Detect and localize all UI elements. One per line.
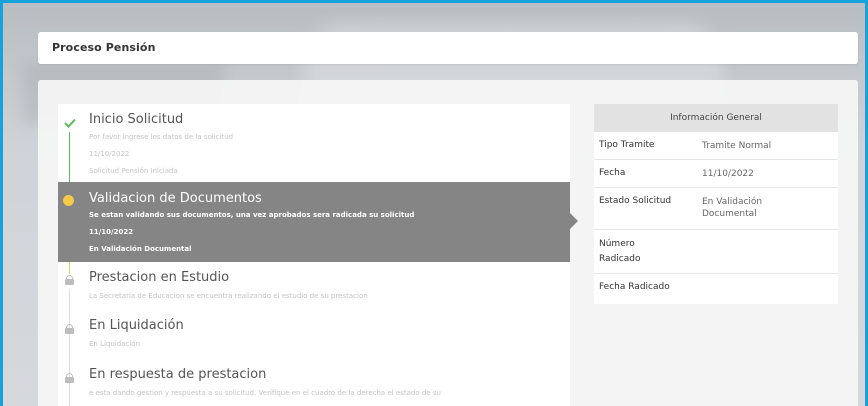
step-description: En Liquidación — [89, 340, 140, 348]
step-title: En Liquidación — [89, 318, 184, 333]
step-date: 11/10/2022 — [89, 228, 134, 236]
current-step-dot-icon — [63, 195, 74, 206]
timeline-step-inicio-solicitud[interactable]: Inicio Solicitud Por favor ingrese los d… — [58, 104, 570, 182]
info-row-fecha: Fecha 11/10/2022 — [594, 160, 838, 188]
info-label: Tipo Tramite — [599, 140, 655, 150]
step-description: e esta dando gestion y respuesta a su so… — [89, 389, 441, 397]
check-icon — [64, 113, 76, 132]
page-header: Proceso Pensión — [38, 32, 858, 64]
info-panel-heading: Información General — [594, 104, 838, 132]
step-status: Solicitud Pensión Iniciada — [89, 167, 178, 175]
info-row-estado-solicitud: Estado Solicitud En Validación Documenta… — [594, 188, 838, 230]
lock-icon — [65, 373, 74, 383]
info-label: Número Radicado — [599, 239, 641, 264]
step-description: Se estan validando sus documentos, una v… — [89, 211, 415, 219]
process-timeline: Inicio Solicitud Por favor ingrese los d… — [58, 104, 570, 406]
step-title: Validacion de Documentos — [89, 191, 262, 206]
info-row-fecha-radicado: Fecha Radicado — [594, 274, 838, 302]
step-title: Inicio Solicitud — [89, 112, 184, 127]
step-status: En Validación Documental — [89, 245, 192, 253]
timeline-step-validacion-documentos[interactable]: Validacion de Documentos Se estan valida… — [58, 182, 570, 262]
info-label: Fecha — [599, 168, 626, 178]
step-title: En respuesta de prestacion — [89, 367, 267, 382]
timeline-step-en-respuesta[interactable]: En respuesta de prestacion e esta dando … — [58, 360, 570, 406]
step-title: Prestacion en Estudio — [89, 270, 230, 285]
info-label: Fecha Radicado — [599, 282, 670, 292]
lock-icon — [65, 324, 74, 334]
info-value: Tramite Normal — [702, 141, 772, 151]
lock-icon — [65, 275, 74, 285]
step-description: Por favor ingrese los datos de la solici… — [89, 133, 234, 141]
info-label: Estado Solicitud — [599, 196, 672, 206]
info-row-numero-radicado: Número Radicado — [594, 230, 838, 274]
page-title: Proceso Pensión — [52, 41, 156, 54]
step-description: La Secretaria de Educacion se encuentra … — [89, 292, 368, 300]
step-date: 11/10/2022 — [89, 150, 130, 158]
timeline-step-prestacion-estudio[interactable]: Prestacion en Estudio La Secretaria de E… — [58, 262, 570, 312]
general-info-panel: Información General Tipo Tramite Tramite… — [594, 104, 838, 304]
timeline-step-en-liquidacion[interactable]: En Liquidación En Liquidación — [58, 312, 570, 360]
info-value: 11/10/2022 — [702, 169, 754, 179]
info-row-tipo-tramite: Tipo Tramite Tramite Normal — [594, 132, 838, 160]
active-step-pointer — [570, 213, 578, 229]
info-value: En Validación Documental — [702, 197, 763, 219]
